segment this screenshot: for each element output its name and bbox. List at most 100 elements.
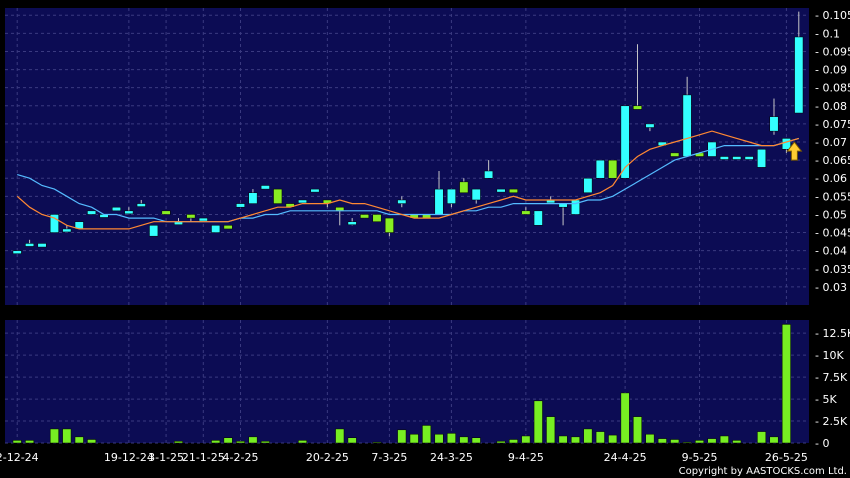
stock-chart: - 0.105 - 0.1 - 0.095 - 0.09 - 0.085 - 0.08 - … (0, 0, 850, 478)
volume-bar (87, 439, 97, 444)
volume-bar (695, 440, 705, 444)
volume-bar (620, 392, 630, 444)
candle-body (360, 214, 370, 219)
price-tick-label: - 0.045 (815, 227, 850, 240)
candle-body (236, 203, 245, 208)
candle-body (583, 177, 593, 193)
volume-bar (533, 400, 543, 444)
candle-body (521, 210, 531, 215)
candle-body (37, 243, 47, 248)
candle-body (794, 36, 804, 114)
candle-body (645, 123, 655, 128)
candle-body (198, 217, 208, 222)
volume-bar (670, 439, 680, 444)
volume-bar (459, 436, 469, 444)
date-axis: 2-12-24 19-12-243-1-2521-1-254-2-25 20-2-2… (0, 451, 808, 464)
candle-body (471, 188, 481, 201)
volume-bar (707, 438, 717, 444)
volume-bar (732, 440, 742, 444)
candle-body (719, 156, 729, 160)
volume-tick-label: - 2.5K (815, 415, 848, 428)
candle-body (149, 225, 159, 237)
date-label: 24-4-25 (604, 451, 647, 464)
volume-bar (434, 433, 444, 444)
candle-body (186, 214, 196, 219)
price-tick-label: - 0.055 (815, 190, 850, 203)
price-tick-label: - 0.06 (815, 172, 847, 185)
volume-bar (223, 437, 233, 444)
volume-bar (583, 428, 593, 444)
candle-body (273, 188, 283, 204)
volume-axis: - 12.5K - 10K - 7.5K - 5K - 2.5K - 0 (815, 327, 850, 450)
candle-body (595, 159, 605, 179)
volume-bar (236, 440, 245, 444)
volume-bar (347, 437, 357, 444)
candle-body (459, 181, 469, 193)
candle-body (744, 156, 754, 160)
volume-bar (471, 437, 481, 444)
price-tick-label: - 0.07 (815, 136, 847, 149)
price-tick-label: - 0.105 (815, 9, 850, 22)
date-label: 9-4-25 (508, 451, 544, 464)
volume-bar (12, 440, 22, 444)
volume-bar (645, 433, 655, 444)
volume-bar (657, 438, 667, 444)
price-tick-label: - 0.03 (815, 281, 847, 294)
volume-bar (248, 436, 258, 444)
volume-bar (682, 441, 692, 444)
volume-tick-label: - 12.5K (815, 327, 850, 340)
price-axis: - 0.105 - 0.1 - 0.095 - 0.09 - 0.085 - 0.08 - … (815, 9, 850, 294)
date-label: 9-5-25 (682, 451, 718, 464)
date-label: 21-1-25 (182, 451, 225, 464)
volume-panel-bg (5, 320, 809, 443)
candle-body (769, 116, 779, 132)
volume-bar (409, 433, 419, 444)
date-label: 19-12-24 (104, 451, 154, 464)
volume-bar (260, 440, 270, 444)
volume-bar (422, 425, 432, 444)
candle-body (62, 228, 72, 233)
candle-body (633, 105, 642, 110)
price-tick-label: - 0.05 (815, 208, 847, 221)
candle-body (670, 152, 680, 157)
volume-bar (298, 440, 308, 444)
candle-body (248, 192, 258, 204)
volume-bar (633, 416, 642, 444)
volume-bar (397, 429, 407, 444)
candle-body (508, 188, 518, 193)
candle-body (25, 243, 35, 247)
volume-bar (211, 440, 221, 444)
date-label: 20-2-25 (306, 451, 349, 464)
volume-bar (595, 431, 605, 444)
volume-bar (25, 440, 35, 444)
candle-body (347, 221, 357, 225)
volume-bar (571, 436, 580, 444)
price-tick-label: - 0.075 (815, 118, 850, 131)
chart-canvas: - 0.105 - 0.1 - 0.095 - 0.09 - 0.085 - 0.08 - … (0, 8, 850, 477)
volume-bar (49, 428, 59, 444)
volume-bar (558, 435, 568, 444)
volume-tick-label: - 7.5K (815, 371, 848, 384)
volume-tick-label: - 0 (815, 437, 829, 450)
candle-body (682, 94, 692, 157)
volume-bar (62, 428, 72, 444)
volume-bar (496, 440, 506, 444)
date-label: 3-1-25 (148, 451, 184, 464)
price-tick-label: - 0.085 (815, 82, 850, 95)
price-tick-label: - 0.09 (815, 64, 847, 77)
volume-tick-label: - 10K (815, 349, 844, 362)
candle-body (310, 188, 320, 193)
volume-bar (769, 436, 779, 444)
candle-body (732, 156, 742, 160)
candle-body (12, 250, 22, 254)
candle-body (111, 206, 121, 212)
date-label: 24-3-25 (430, 451, 473, 464)
date-label: 2-12-24 (0, 451, 39, 464)
candle-body (608, 159, 618, 179)
volume-tick-label: - 5K (815, 393, 837, 406)
price-tick-label: - 0.095 (815, 45, 850, 58)
candle-body (161, 210, 171, 215)
volume-bar (781, 324, 791, 444)
volume-bar (174, 440, 183, 444)
volume-bar (335, 428, 345, 444)
